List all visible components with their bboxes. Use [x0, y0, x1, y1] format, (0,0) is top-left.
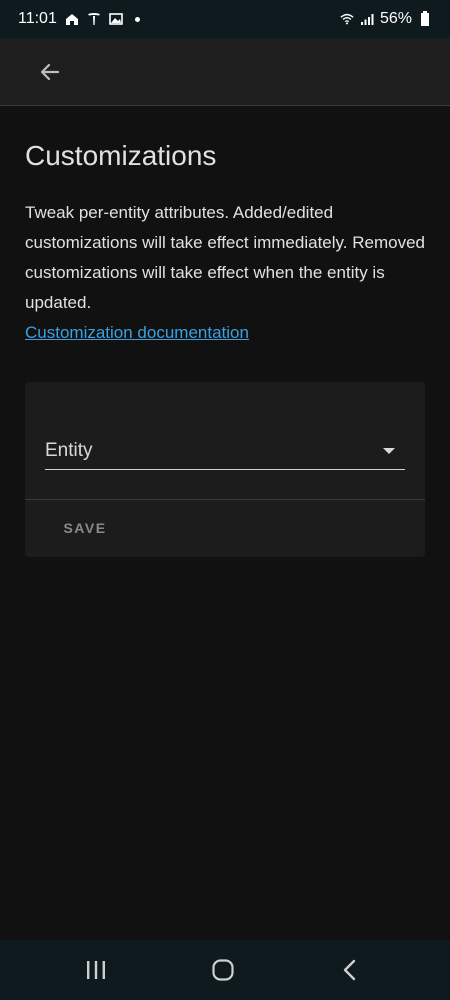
caret-down-icon — [383, 448, 395, 454]
notification-dot-icon — [134, 16, 140, 22]
chevron-left-icon — [343, 959, 356, 981]
back-button[interactable] — [28, 52, 72, 92]
status-right: 56% — [340, 10, 432, 28]
battery-icon — [418, 11, 432, 26]
home-nav-button[interactable] — [203, 952, 243, 988]
back-nav-button[interactable] — [330, 952, 370, 988]
entity-dropdown[interactable]: Entity — [45, 434, 405, 470]
battery-percent: 56% — [379, 10, 412, 27]
recents-icon — [87, 961, 105, 979]
tesla-icon — [87, 12, 101, 26]
home-icon — [65, 12, 79, 26]
page-description: Tweak per-entity attributes. Added/edite… — [25, 203, 425, 312]
main-content: Customizations Tweak per-entity attribut… — [25, 140, 425, 348]
page-title: Customizations — [25, 140, 217, 171]
home-circle-icon — [212, 959, 234, 981]
app-bar — [0, 38, 450, 106]
status-time: 11:01 — [18, 10, 57, 27]
arrow-left-icon — [40, 63, 60, 81]
customization-documentation-link[interactable]: Customization documentation — [25, 318, 249, 348]
system-nav-bar — [0, 940, 450, 1000]
card-divider — [25, 499, 425, 500]
save-button[interactable]: SAVE — [45, 510, 125, 546]
recents-button[interactable] — [76, 952, 116, 988]
status-left: 11:01 — [18, 10, 140, 28]
status-bar: 11:01 56% — [0, 0, 450, 38]
image-icon — [109, 12, 123, 26]
customization-card: Entity SAVE — [25, 382, 425, 557]
entity-label: Entity — [45, 440, 93, 461]
wifi-icon — [340, 12, 354, 26]
signal-icon — [360, 12, 374, 26]
